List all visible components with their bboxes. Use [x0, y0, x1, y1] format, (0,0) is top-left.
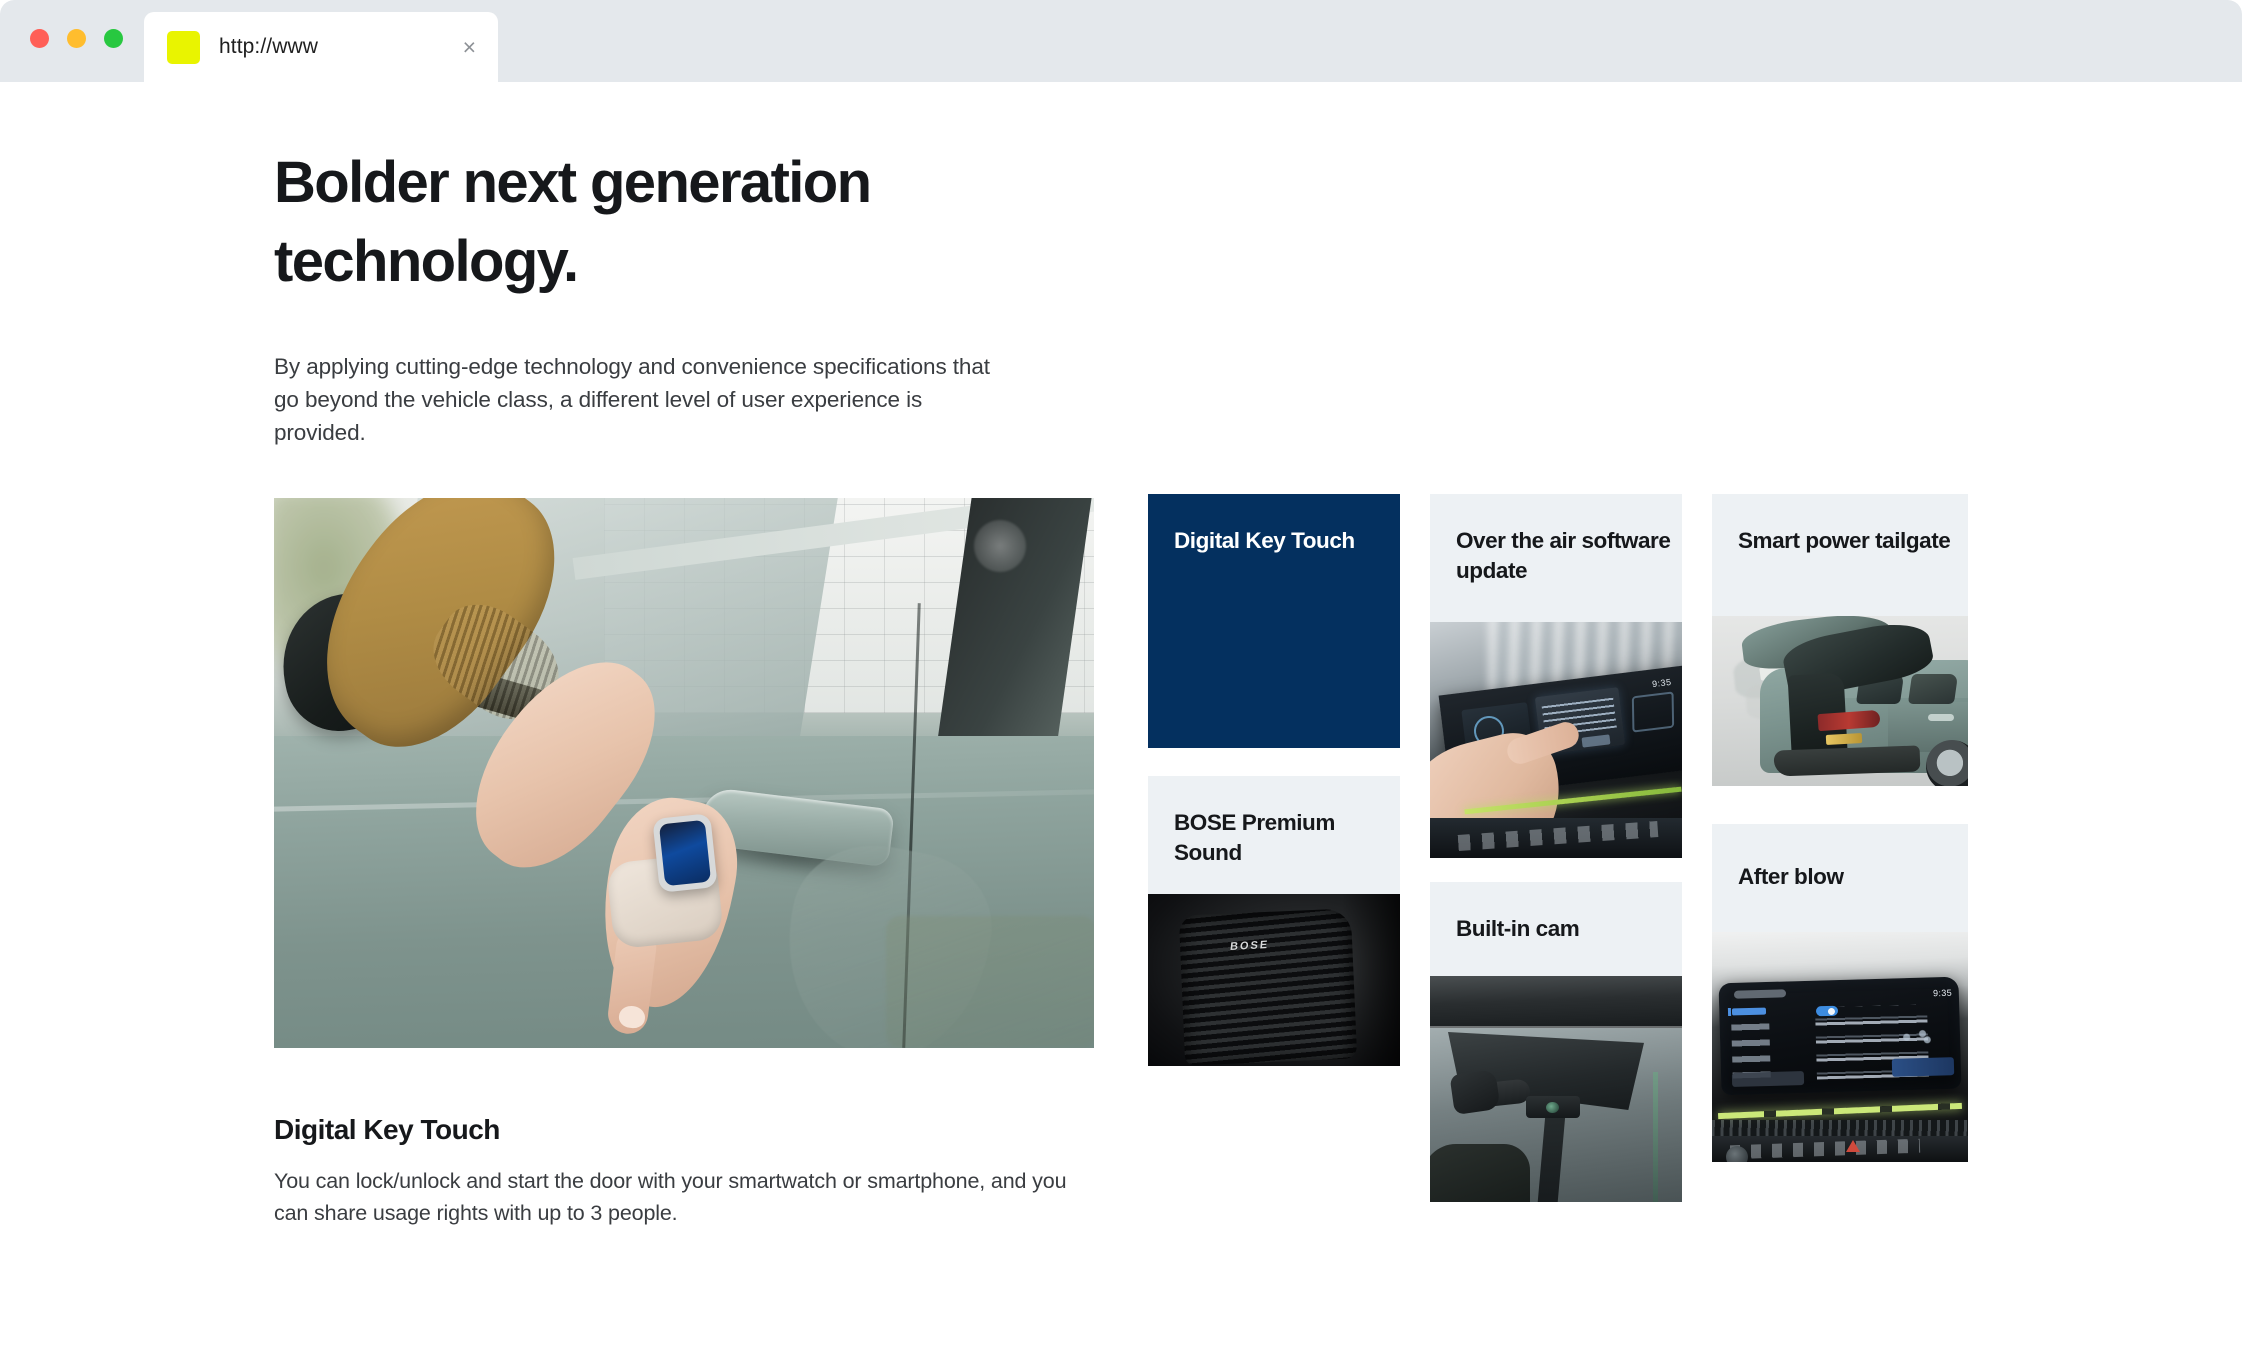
window-tint-edge — [1653, 1072, 1658, 1202]
smartwatch-icon — [658, 819, 712, 887]
tech-card-title: Over the air software update — [1456, 528, 1671, 584]
tech-card-bose-premium-sound[interactable]: BOSE Premium Sound BOSE — [1148, 776, 1400, 1066]
maximize-window-button[interactable] — [104, 29, 123, 48]
tab-title: http://www — [219, 35, 319, 58]
bose-speaker-grille — [1178, 908, 1358, 1066]
tech-card-image: 9:35 — [1430, 622, 1682, 858]
infotainment-nav-selected — [1731, 1007, 1767, 1016]
window-controls — [30, 29, 123, 48]
tech-card-image: 9:35 — [1712, 932, 1968, 1162]
tech-card-image: BOSE — [1148, 894, 1400, 1066]
tech-card-title: Smart power tailgate — [1738, 528, 1951, 553]
infotainment-clock-label: 9:35 — [1932, 987, 1953, 999]
hero-window-badge — [974, 520, 1026, 572]
camera-lens-icon — [1546, 1102, 1559, 1113]
hero-body-reflection — [886, 916, 1094, 1048]
bose-vignette — [1342, 894, 1400, 1066]
tech-card-image — [1430, 976, 1682, 1202]
tech-card-title: After blow — [1738, 864, 1844, 889]
tech-card-smart-power-tailgate[interactable]: Smart power tailgate — [1712, 494, 1968, 786]
headline-line-2: technology. — [274, 229, 579, 294]
tech-card-after-blow[interactable]: After blow 9:35 — [1712, 824, 1968, 1162]
bose-logo: BOSE — [1229, 938, 1270, 954]
hazard-light-icon — [1846, 1140, 1860, 1152]
headline-line-1: Bolder next generation — [274, 150, 872, 215]
ota-chip-graphic — [1631, 691, 1675, 733]
front-seat-headrest — [1430, 1144, 1530, 1202]
featured-description: You can lock/unlock and start the door w… — [274, 1169, 1067, 1226]
browser-chrome-bar: http://www × — [0, 0, 2242, 82]
browser-tab[interactable]: http://www × — [144, 12, 498, 82]
close-window-button[interactable] — [30, 29, 49, 48]
infotainment-nav-items — [1731, 1021, 1771, 1079]
car-roof-edge — [1430, 976, 1682, 1028]
tech-card-digital-key-touch[interactable]: Digital Key Touch — [1148, 494, 1400, 748]
suv-door-handle — [1928, 714, 1954, 721]
close-tab-icon[interactable]: × — [463, 35, 476, 59]
infotainment-climate-icons — [1895, 1023, 1935, 1051]
suv-side-window — [1907, 674, 1959, 704]
favicon-icon — [167, 30, 200, 64]
browser-window: http://www × Bolder next generation tech… — [0, 0, 2242, 1360]
suv-rear-bumper — [1773, 745, 1921, 777]
console-knob — [1726, 1146, 1748, 1162]
tech-card-title: BOSE Premium Sound — [1174, 810, 1335, 866]
tech-card-image — [1712, 616, 1968, 786]
featured-hero-image[interactable] — [274, 498, 1094, 1048]
suv-reflector-strip — [1825, 733, 1863, 745]
infotainment-bottom-bar — [1731, 1070, 1805, 1088]
minimize-window-button[interactable] — [67, 29, 86, 48]
tech-card-title: Built-in cam — [1456, 916, 1580, 941]
page-content: Bolder next generation technology. By ap… — [0, 82, 2242, 1360]
tech-card-built-in-cam[interactable]: Built-in cam — [1430, 882, 1682, 1202]
infotainment-nav-indicator — [1727, 1007, 1732, 1017]
infotainment-media-card — [1891, 1057, 1955, 1077]
tech-card-title: Digital Key Touch — [1174, 528, 1355, 553]
tech-card-over-the-air-software-update[interactable]: Over the air software update 9:35 — [1430, 494, 1682, 858]
rearview-mirror — [1449, 1068, 1501, 1116]
infotainment-search-field — [1733, 989, 1787, 999]
page-title: Bolder next generation technology. — [274, 154, 1114, 291]
featured-title: Digital Key Touch — [274, 1114, 500, 1145]
hero-photo — [274, 498, 1094, 1048]
page-subcopy: By applying cutting-edge technology and … — [274, 354, 990, 446]
